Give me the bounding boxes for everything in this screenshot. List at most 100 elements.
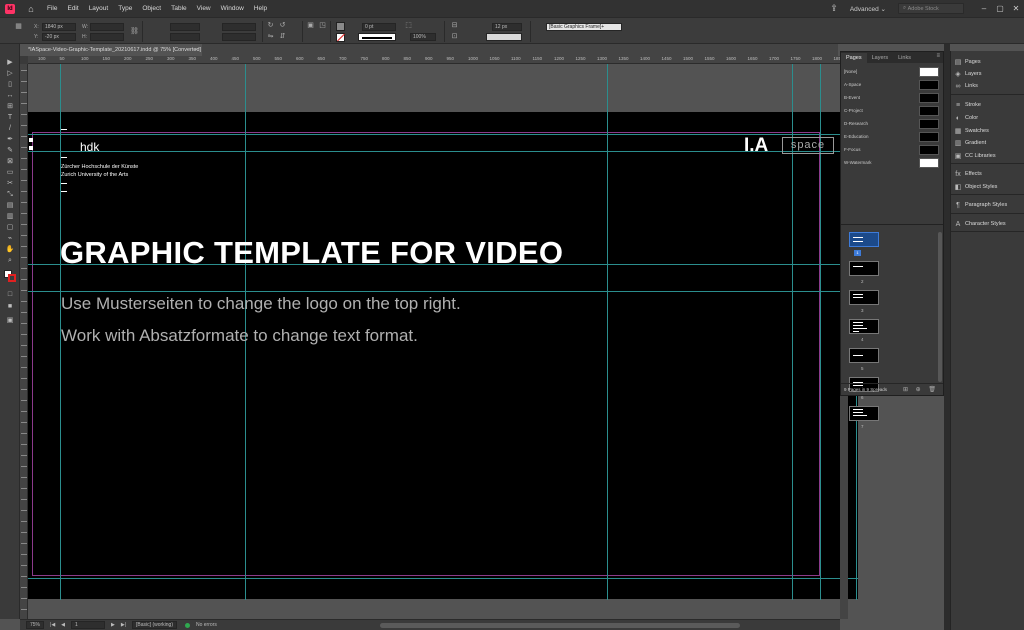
reference-point-icon[interactable]: ▦ xyxy=(14,23,23,31)
next-page-icon[interactable]: ▶ xyxy=(111,622,115,628)
gradient-feather-tool-icon[interactable]: ▥ xyxy=(5,212,15,221)
frame-handle[interactable] xyxy=(29,138,33,142)
page-thumbnail[interactable] xyxy=(849,290,879,305)
rotate-cw-icon[interactable]: ↻ xyxy=(266,22,275,30)
master-page-item[interactable]: F-Focus xyxy=(843,144,941,156)
direct-selection-tool-icon[interactable]: ▷ xyxy=(5,69,15,78)
page-thumbnail[interactable] xyxy=(849,406,879,421)
flip-horizontal-icon[interactable]: ⇋ xyxy=(266,33,275,41)
dock-item-gradient[interactable]: ▥ Gradient xyxy=(951,137,1024,149)
menu-layout[interactable]: Layout xyxy=(89,5,109,12)
minimize-icon[interactable]: – xyxy=(976,4,992,13)
master-page-item[interactable]: B-Event xyxy=(843,92,941,104)
pages-panel-actions[interactable]: ⊞ ⊕ 🗑 xyxy=(903,384,939,396)
scale-y-field[interactable] xyxy=(170,33,200,41)
screen-mode-icon[interactable]: ▣ xyxy=(5,316,15,325)
space-logo-box[interactable]: space xyxy=(782,137,834,154)
shear-field[interactable] xyxy=(222,33,256,41)
ruler-guide[interactable] xyxy=(28,151,840,152)
page-thumbnail[interactable] xyxy=(849,261,879,276)
menu-view[interactable]: View xyxy=(197,5,211,12)
hdk-logo-text[interactable]: hdk xyxy=(80,140,99,154)
selection-tool-icon[interactable]: ▶ xyxy=(5,58,15,67)
text-wrap-icon[interactable]: ⊡ xyxy=(450,33,459,41)
width-field[interactable] xyxy=(90,23,124,31)
zoom-tool-icon[interactable]: ⌕ xyxy=(5,256,15,265)
stroke-type-select[interactable] xyxy=(358,33,396,41)
body-text-line-1[interactable]: Use Musterseiten to change the logo on t… xyxy=(61,294,461,314)
close-tab-icon[interactable]: × xyxy=(195,44,198,56)
maximize-icon[interactable]: ▢ xyxy=(992,4,1008,13)
ruler-guide[interactable] xyxy=(28,578,858,579)
tab-links[interactable]: Links xyxy=(893,53,916,63)
select-content-icon[interactable]: ◳ xyxy=(318,22,327,30)
align-icon[interactable]: ⊟ xyxy=(450,22,459,30)
document-tab[interactable]: *IASpace-Video-Graphic-Template_20210617… xyxy=(20,44,202,56)
dock-item-stroke[interactable]: ≡ Stroke xyxy=(951,99,1024,111)
master-page-item[interactable]: D-Research xyxy=(843,118,941,130)
x-position-field[interactable]: 1840 px xyxy=(42,23,76,31)
zoom-level-field[interactable]: 75% xyxy=(26,621,45,629)
preflight-status-text[interactable]: No errors xyxy=(196,622,217,628)
rotate-ccw-icon[interactable]: ↺ xyxy=(278,22,287,30)
horizontal-ruler[interactable]: 100 50 100 150 200 250 300 350 400 450 500 550 600 65… xyxy=(28,56,840,64)
tab-layers[interactable]: Layers xyxy=(867,53,894,63)
column-guide[interactable] xyxy=(607,64,608,600)
frame-handle[interactable] xyxy=(29,146,33,150)
adobe-stock-search-input[interactable]: ⌕ Adobe Stock xyxy=(898,3,964,14)
menu-edit[interactable]: Edit xyxy=(67,5,78,12)
gradient-swatch-tool-icon[interactable]: ▤ xyxy=(5,201,15,210)
ruler-origin[interactable] xyxy=(20,56,28,64)
content-collector-icon[interactable]: ⊞ xyxy=(5,102,15,111)
free-transform-tool-icon[interactable]: ⤡ xyxy=(5,190,15,199)
school-name-german[interactable]: Zürcher Hochschule der Künste xyxy=(61,164,138,170)
hand-tool-icon[interactable]: ✋ xyxy=(5,245,15,254)
opacity-field[interactable]: 100% xyxy=(410,33,436,41)
master-page-item[interactable]: C-Project xyxy=(843,105,941,117)
menu-window[interactable]: Window xyxy=(221,5,244,12)
formatting-affects-container-icon[interactable]: □ xyxy=(5,290,15,299)
ruler-guide[interactable] xyxy=(28,134,840,135)
dock-item-color[interactable]: ◐ Color xyxy=(951,112,1024,124)
last-page-icon[interactable]: ▶| xyxy=(121,622,126,628)
page-heading[interactable]: GRAPHIC TEMPLATE FOR VIDEO xyxy=(60,235,563,271)
dock-item-object-styles[interactable]: ◧ Object Styles xyxy=(951,181,1024,193)
close-window-icon[interactable]: ✕ xyxy=(1008,4,1024,13)
stroke-weight-field[interactable]: 0 pt xyxy=(362,23,396,31)
note-tool-icon[interactable]: ▢ xyxy=(5,223,15,232)
stroke-color-icon[interactable] xyxy=(8,274,16,282)
pen-tool-icon[interactable]: ✒ xyxy=(5,135,15,144)
rectangle-tool-icon[interactable]: ▭ xyxy=(5,168,15,177)
rotation-field[interactable] xyxy=(222,23,256,31)
eyedropper-tool-icon[interactable]: ⌁ xyxy=(5,234,15,243)
workspace-style-field[interactable]: [Basic] (working) xyxy=(132,621,177,629)
scale-x-field[interactable] xyxy=(170,23,200,31)
ruler-guide[interactable] xyxy=(28,291,858,292)
page-number-field[interactable]: 1 xyxy=(71,621,106,629)
vertical-ruler[interactable] xyxy=(20,64,28,619)
type-tool-icon[interactable]: T xyxy=(5,113,15,122)
master-page-item[interactable]: A-Space xyxy=(843,79,941,91)
school-name-english[interactable]: Zurich University of the Arts xyxy=(61,172,128,178)
master-page-item[interactable]: E-Education xyxy=(843,131,941,143)
rectangle-frame-tool-icon[interactable]: ⊠ xyxy=(5,157,15,166)
stroke-swatch[interactable] xyxy=(336,33,345,42)
fill-color-field[interactable] xyxy=(486,33,522,41)
master-page-item[interactable]: [None] xyxy=(843,66,941,78)
select-container-icon[interactable]: ▣ xyxy=(306,22,315,30)
flip-vertical-icon[interactable]: ⇵ xyxy=(278,33,287,41)
height-field[interactable] xyxy=(90,33,124,41)
offset-field[interactable]: 12 px xyxy=(492,23,522,31)
first-page-icon[interactable]: |◀ xyxy=(50,622,55,628)
pencil-tool-icon[interactable]: ✎ xyxy=(5,146,15,155)
menu-help[interactable]: Help xyxy=(254,5,267,12)
constrain-proportions-icon[interactable]: ⛓ xyxy=(130,28,139,36)
dock-item-swatches[interactable]: ▦ Swatches xyxy=(951,125,1024,137)
dock-item-effects[interactable]: fx Effects xyxy=(951,168,1024,180)
share-icon[interactable]: ⇪ xyxy=(830,3,838,14)
dock-item-layers[interactable]: ◈ Layers xyxy=(951,68,1024,80)
tab-pages[interactable]: Pages xyxy=(841,53,867,63)
horizontal-scrollbar-thumb[interactable] xyxy=(380,623,740,628)
menu-type[interactable]: Type xyxy=(118,5,132,12)
dock-item-cc-libraries[interactable]: ▣ CC Libraries xyxy=(951,150,1024,162)
